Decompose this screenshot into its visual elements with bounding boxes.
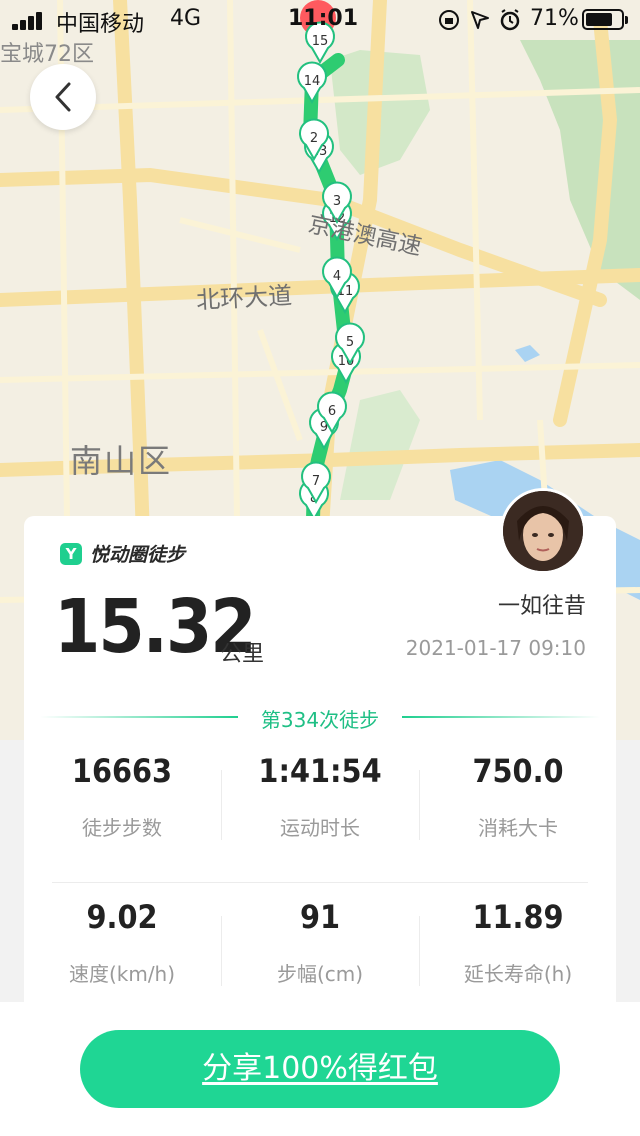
row-divider bbox=[52, 882, 588, 883]
zone-label: 宝城72区 bbox=[0, 42, 94, 67]
divider-right bbox=[402, 716, 600, 718]
back-button[interactable] bbox=[30, 64, 96, 130]
workout-summary-card: Y 悦动圈徒步 15.32 公里 一如往昔 2021-01-17 09:10 第… bbox=[24, 488, 616, 1016]
stat-stride: 91 步幅(cm) bbox=[222, 898, 418, 987]
chevron-left-icon bbox=[55, 82, 71, 112]
stat-label: 运动时长 bbox=[280, 816, 360, 840]
battery-icon bbox=[582, 9, 628, 30]
avatar[interactable] bbox=[500, 488, 586, 574]
stats-grid: 16663 徒步步数 1:41:54 运动时长 750.0 消耗大卡 9.02 … bbox=[24, 752, 616, 1038]
stat-value: 9.02 bbox=[86, 898, 158, 936]
stat-label: 延长寿命(h) bbox=[463, 962, 573, 986]
distance-unit: 公里 bbox=[220, 642, 265, 667]
workout-datetime: 2021-01-17 09:10 bbox=[405, 636, 586, 660]
route-marker-label: 14 bbox=[304, 74, 321, 89]
bottom-bar: 分享100%得红包 bbox=[0, 1002, 640, 1136]
stat-label: 消耗大卡 bbox=[478, 816, 558, 840]
clock: 11:01 bbox=[288, 6, 359, 31]
stat-label: 步幅(cm) bbox=[276, 962, 364, 986]
stats-row: 16663 徒步步数 1:41:54 运动时长 750.0 消耗大卡 bbox=[24, 752, 616, 892]
route-marker-14: 14 bbox=[297, 61, 327, 105]
brand-logo-icon: Y bbox=[60, 542, 82, 565]
workout-count: 第334次徒步 bbox=[24, 704, 616, 734]
location-arrow-icon bbox=[471, 11, 489, 29]
stat-label: 速度(km/h) bbox=[68, 962, 176, 986]
status-bar: 中国移动 4G 11:01 71% bbox=[0, 0, 640, 40]
stat-value: 11.89 bbox=[472, 898, 564, 936]
route-marker-label: 7 bbox=[312, 474, 320, 489]
signal-icon bbox=[12, 12, 46, 30]
stat-steps: 16663 徒步步数 bbox=[24, 752, 220, 841]
username: 一如往昔 bbox=[497, 594, 586, 619]
route-marker-label: 4 bbox=[333, 269, 341, 284]
stat-value: 91 bbox=[299, 898, 341, 936]
stat-label: 徒步步数 bbox=[82, 816, 162, 840]
road-label: 北环大道 bbox=[195, 281, 293, 315]
lock-rotation-icon bbox=[439, 10, 459, 30]
stat-speed: 9.02 速度(km/h) bbox=[24, 898, 220, 987]
alarm-clock-icon bbox=[500, 9, 520, 31]
route-marker-label: 2 bbox=[310, 131, 318, 146]
brand-name: 悦动圈徒步 bbox=[90, 544, 186, 566]
stat-value: 750.0 bbox=[472, 752, 564, 790]
stat-value: 16663 bbox=[71, 752, 173, 790]
route-marker-label: 5 bbox=[346, 335, 354, 350]
district-label: 南山区 bbox=[70, 442, 173, 480]
route-marker-label: 3 bbox=[333, 194, 341, 209]
brand: Y 悦动圈徒步 bbox=[60, 540, 185, 567]
network-type: 4G bbox=[170, 6, 202, 31]
status-icons bbox=[439, 9, 520, 31]
route-marker-label: 6 bbox=[328, 404, 336, 419]
workout-count-text: 第334次徒步 bbox=[260, 708, 380, 732]
stat-duration: 1:41:54 运动时长 bbox=[222, 752, 418, 841]
stat-calories: 750.0 消耗大卡 bbox=[420, 752, 616, 841]
stat-value: 1:41:54 bbox=[258, 752, 382, 790]
avatar-image bbox=[503, 491, 583, 571]
carrier-name: 中国移动 bbox=[56, 12, 145, 37]
stat-life-extension: 11.89 延长寿命(h) bbox=[420, 898, 616, 987]
battery-percent: 71% bbox=[530, 6, 579, 31]
share-button[interactable]: 分享100%得红包 bbox=[80, 1030, 560, 1108]
